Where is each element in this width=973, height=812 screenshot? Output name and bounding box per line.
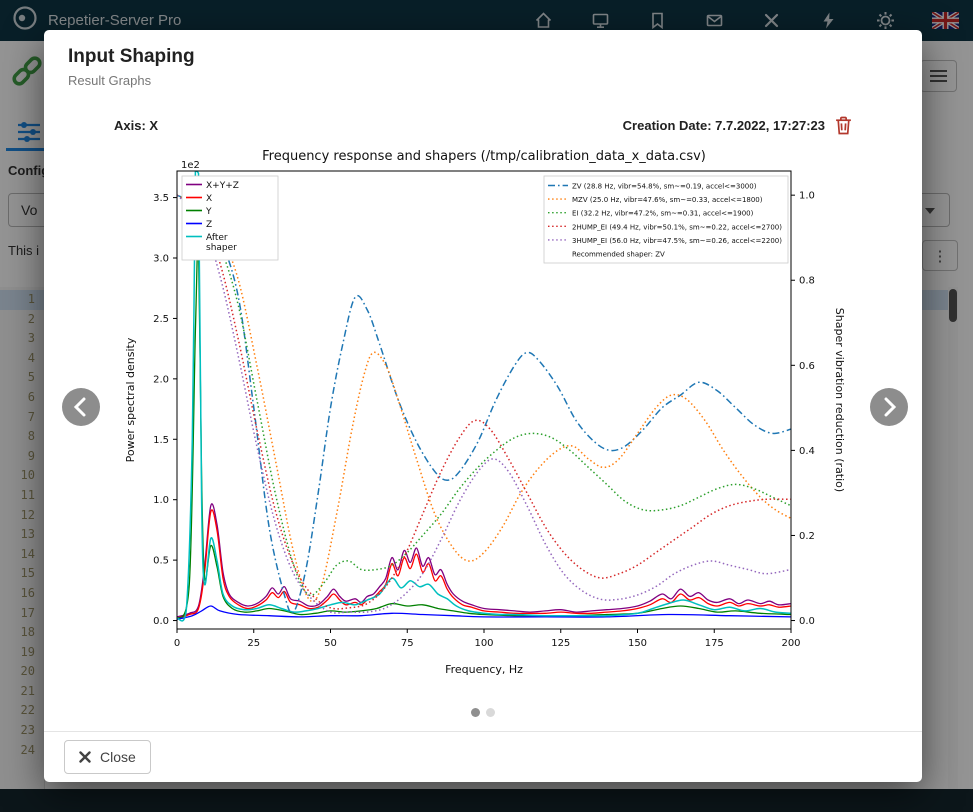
dialog-header: Input Shaping Result Graphs [44,30,922,98]
svg-text:MZV (25.0 Hz, vibr=47.6%, sm~=: MZV (25.0 Hz, vibr=47.6%, sm~=0.33, acce… [572,196,763,204]
svg-text:EI (32.2 Hz, vibr=47.2%, sm~=0: EI (32.2 Hz, vibr=47.2%, sm~=0.31, accel… [572,210,754,218]
svg-text:0: 0 [174,638,180,649]
svg-text:3HUMP_EI (56.0 Hz, vibr=47.5%,: 3HUMP_EI (56.0 Hz, vibr=47.5%, sm~=0.26,… [572,237,782,245]
svg-text:150: 150 [628,638,647,649]
svg-text:Recommended shaper: ZV: Recommended shaper: ZV [572,251,665,259]
svg-text:50: 50 [324,638,337,649]
close-button-label: Close [100,749,136,765]
svg-text:175: 175 [705,638,724,649]
svg-text:After: After [206,233,228,243]
svg-text:X: X [206,194,212,204]
input-shaping-dialog: Input Shaping Result Graphs Axis: X Crea… [44,30,922,782]
chart-container: Frequency response and shapers (/tmp/cal… [114,143,852,695]
svg-text:1.0: 1.0 [153,495,169,506]
svg-text:125: 125 [551,638,570,649]
svg-text:1e2: 1e2 [181,160,200,171]
svg-text:ZV (28.8 Hz, vibr=54.8%, sm~=0: ZV (28.8 Hz, vibr=54.8%, sm~=0.19, accel… [572,183,757,191]
svg-text:0.0: 0.0 [153,616,169,627]
svg-text:Power spectral density: Power spectral density [124,337,137,462]
svg-text:shaper: shaper [206,243,237,253]
svg-text:25: 25 [247,638,260,649]
svg-text:200: 200 [781,638,800,649]
carousel-dot[interactable] [471,708,480,717]
delete-result-button[interactable] [835,116,852,135]
result-meta-row: Axis: X Creation Date: 7.7.2022, 17:27:2… [114,116,852,135]
close-button[interactable]: Close [64,740,151,774]
svg-text:Shaper vibration reduction (ra: Shaper vibration reduction (ratio) [833,308,846,492]
svg-text:1.5: 1.5 [153,435,169,446]
frequency-response-chart: Frequency response and shapers (/tmp/cal… [114,143,852,695]
creation-date-label: Creation Date: 7.7.2022, 17:27:23 [623,118,825,133]
svg-text:2HUMP_EI (49.4 Hz, vibr=50.1%,: 2HUMP_EI (49.4 Hz, vibr=50.1%, sm~=0.22,… [572,223,782,231]
carousel-next-button[interactable] [870,388,908,426]
svg-text:3.0: 3.0 [153,254,169,265]
svg-text:2.5: 2.5 [153,314,169,325]
carousel-prev-button[interactable] [62,388,100,426]
carousel-dot[interactable] [486,708,495,717]
svg-text:Y: Y [205,207,212,217]
svg-text:75: 75 [401,638,414,649]
carousel-dots [44,708,922,717]
dialog-title: Input Shaping [68,46,898,68]
svg-text:Frequency response and shapers: Frequency response and shapers (/tmp/cal… [262,149,706,164]
svg-text:0.5: 0.5 [153,556,169,567]
svg-text:X+Y+Z: X+Y+Z [206,181,239,191]
svg-text:0.6: 0.6 [799,361,815,372]
svg-text:1.0: 1.0 [799,191,815,202]
svg-text:100: 100 [474,638,493,649]
svg-text:Z: Z [206,220,212,230]
svg-text:0.8: 0.8 [799,276,815,287]
creation-date: Creation Date: 7.7.2022, 17:27:23 [623,116,852,135]
svg-text:3.5: 3.5 [153,193,169,204]
svg-text:2.0: 2.0 [153,374,169,385]
svg-text:0.0: 0.0 [799,616,815,627]
svg-text:Frequency, Hz: Frequency, Hz [445,663,523,676]
axis-label: Axis: X [114,118,158,133]
svg-text:0.2: 0.2 [799,531,815,542]
svg-text:0.4: 0.4 [799,446,815,457]
dialog-footer: Close [44,731,922,782]
dialog-subtitle: Result Graphs [68,73,898,88]
